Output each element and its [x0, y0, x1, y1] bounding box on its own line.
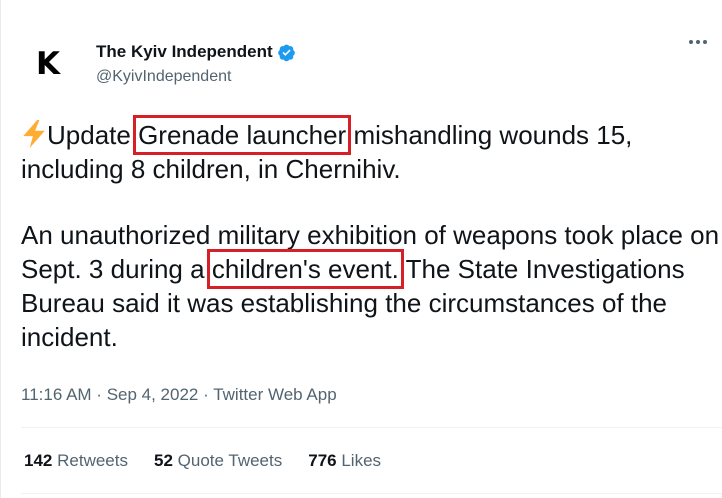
retweets-stat[interactable]: 142 Retweets: [24, 451, 128, 471]
lightning-bolt-icon: [23, 120, 45, 148]
tweet-stats: 142 Retweets 52 Quote Tweets 776 Likes: [24, 451, 381, 471]
avatar[interactable]: K: [16, 32, 80, 96]
retweets-count: 142: [24, 451, 53, 470]
author-display-name[interactable]: The Kyiv Independent: [96, 42, 273, 62]
meta-separator: ·: [91, 385, 107, 404]
highlight-childrens-event: children's event.: [206, 249, 404, 289]
verified-badge-icon: [277, 44, 295, 61]
avatar-letter: K: [35, 46, 61, 82]
author-handle[interactable]: @KyivIndependent: [96, 68, 231, 86]
divider: [21, 427, 722, 428]
tweet-date[interactable]: Sep 4, 2022: [107, 385, 199, 404]
author-name-row[interactable]: The Kyiv Independent: [96, 42, 296, 62]
more-dot: [696, 40, 700, 44]
highlight-grenade-launcher: Grenade launcher: [133, 115, 352, 155]
quote-tweets-label: Quote Tweets: [177, 451, 283, 470]
retweets-label: Retweets: [57, 451, 128, 470]
likes-count: 776: [308, 451, 337, 470]
more-options-icon[interactable]: [689, 40, 707, 44]
tweet-source[interactable]: Twitter Web App: [213, 385, 336, 404]
more-dot: [689, 40, 693, 44]
likes-label: Likes: [341, 451, 382, 470]
tweet-paragraph-1: Update:Grenade launcher mishandling woun…: [21, 115, 721, 186]
more-dot: [703, 40, 707, 44]
tweet-text: Update:Grenade launcher mishandling woun…: [21, 115, 721, 354]
tweet-meta: 11:16 AM · Sep 4, 2022 · Twitter Web App: [21, 385, 337, 405]
likes-stat[interactable]: 776 Likes: [308, 451, 381, 471]
quote-tweets-stat[interactable]: 52 Quote Tweets: [154, 451, 282, 471]
meta-separator: ·: [198, 385, 214, 404]
update-prefix: Update:: [47, 120, 139, 150]
tweet-paragraph-2: An unauthorized military exhibition of w…: [21, 218, 721, 354]
timeline-border: [0, 0, 1, 498]
quote-tweets-count: 52: [153, 451, 173, 470]
divider: [21, 493, 722, 494]
tweet-time[interactable]: 11:16 AM: [21, 385, 92, 404]
